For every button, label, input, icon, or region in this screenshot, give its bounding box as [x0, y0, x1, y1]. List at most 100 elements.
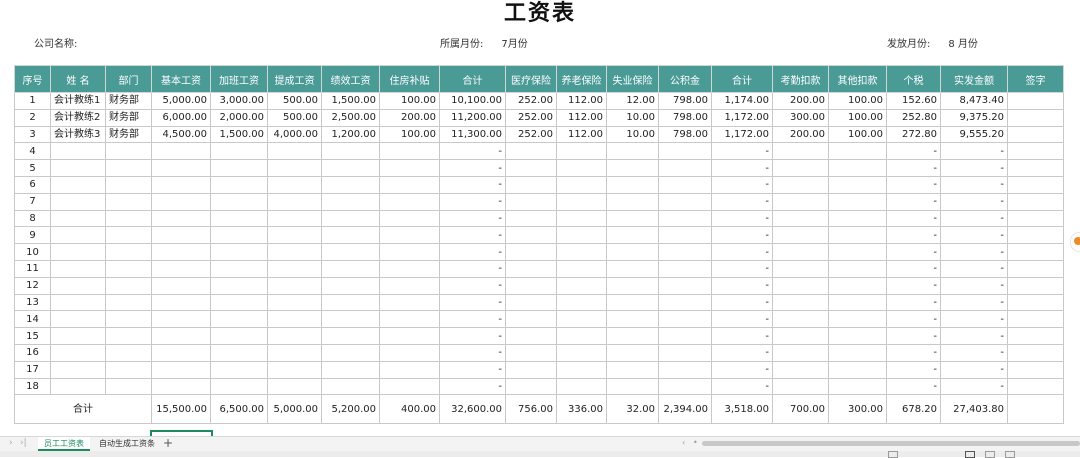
- cell[interactable]: -: [940, 276, 1008, 295]
- cell[interactable]: [151, 142, 211, 161]
- cell[interactable]: [50, 276, 106, 295]
- cell[interactable]: [658, 327, 712, 345]
- cell[interactable]: [151, 159, 211, 177]
- last-sheet-icon[interactable]: ›|: [20, 438, 27, 448]
- cell[interactable]: [267, 209, 322, 228]
- cell[interactable]: [658, 142, 712, 161]
- cell[interactable]: -: [940, 226, 1008, 245]
- cell[interactable]: [1007, 108, 1064, 127]
- cell[interactable]: [658, 310, 712, 329]
- cell[interactable]: [505, 276, 557, 295]
- total-cell[interactable]: 678.20: [886, 394, 941, 425]
- cell[interactable]: [50, 259, 106, 278]
- cell[interactable]: [606, 192, 659, 211]
- cell[interactable]: [321, 175, 380, 194]
- cell[interactable]: 272.80: [886, 125, 941, 144]
- cell[interactable]: 10: [14, 243, 51, 261]
- cell[interactable]: -: [711, 192, 773, 211]
- cell[interactable]: [828, 377, 887, 396]
- total-cell[interactable]: 756.00: [505, 394, 557, 425]
- total-cell[interactable]: 336.00: [556, 394, 607, 425]
- cell[interactable]: [772, 259, 829, 278]
- cell[interactable]: [606, 259, 659, 278]
- cell[interactable]: -: [940, 343, 1008, 362]
- cell[interactable]: [1007, 192, 1064, 211]
- cell[interactable]: [772, 175, 829, 194]
- totals-label[interactable]: 合计: [14, 394, 152, 425]
- cell[interactable]: [267, 192, 322, 211]
- cell[interactable]: [828, 209, 887, 228]
- cell[interactable]: [772, 327, 829, 345]
- cell[interactable]: 17: [14, 360, 51, 379]
- col-header[interactable]: 其他扣款: [828, 65, 887, 93]
- cell[interactable]: [151, 310, 211, 329]
- cell[interactable]: [606, 343, 659, 362]
- cell[interactable]: [772, 276, 829, 295]
- cell[interactable]: 16: [14, 343, 51, 362]
- cell[interactable]: -: [940, 327, 1008, 345]
- cell[interactable]: [321, 343, 380, 362]
- cell[interactable]: [658, 343, 712, 362]
- cell[interactable]: -: [886, 276, 941, 295]
- total-cell[interactable]: 300.00: [828, 394, 887, 425]
- cell[interactable]: [379, 259, 440, 278]
- scroll-left-icon[interactable]: ‹: [682, 438, 685, 447]
- cell[interactable]: [658, 360, 712, 379]
- cell[interactable]: -: [886, 343, 941, 362]
- cell[interactable]: -: [711, 276, 773, 295]
- cell[interactable]: [556, 343, 607, 362]
- cell[interactable]: [267, 343, 322, 362]
- cell[interactable]: 11: [14, 259, 51, 278]
- cell[interactable]: [828, 343, 887, 362]
- cell[interactable]: [267, 310, 322, 329]
- cell[interactable]: -: [439, 226, 506, 245]
- cell[interactable]: -: [886, 142, 941, 161]
- cell[interactable]: [105, 343, 152, 362]
- cell[interactable]: 1,172.00: [711, 108, 773, 127]
- cell[interactable]: [556, 243, 607, 261]
- prev-sheet-icon[interactable]: ›: [9, 438, 13, 448]
- cell[interactable]: [50, 243, 106, 261]
- cell[interactable]: -: [940, 293, 1008, 312]
- add-sheet-icon[interactable]: +: [163, 436, 173, 450]
- cell[interactable]: [151, 360, 211, 379]
- cell[interactable]: -: [439, 327, 506, 345]
- cell[interactable]: -: [886, 377, 941, 396]
- cell[interactable]: [1007, 142, 1064, 161]
- cell[interactable]: [321, 377, 380, 396]
- cell[interactable]: [828, 175, 887, 194]
- total-cell[interactable]: 6,500.00: [210, 394, 268, 425]
- cell[interactable]: 7: [14, 192, 51, 211]
- cell[interactable]: -: [439, 142, 506, 161]
- cell[interactable]: -: [711, 360, 773, 379]
- cell[interactable]: [105, 293, 152, 312]
- cell[interactable]: [105, 209, 152, 228]
- col-header[interactable]: 个税: [886, 65, 941, 93]
- cell[interactable]: [50, 142, 106, 161]
- cell[interactable]: [505, 159, 557, 177]
- cell[interactable]: -: [439, 175, 506, 194]
- cell[interactable]: [556, 377, 607, 396]
- cell[interactable]: [105, 310, 152, 329]
- cell[interactable]: [105, 142, 152, 161]
- cell[interactable]: [772, 293, 829, 312]
- col-header[interactable]: 姓 名: [50, 65, 106, 93]
- cell[interactable]: [1007, 209, 1064, 228]
- cell[interactable]: -: [439, 192, 506, 211]
- cell[interactable]: [556, 360, 607, 379]
- tab-auto-payslip[interactable]: 自动生成工资条: [93, 437, 161, 451]
- cell[interactable]: 200.00: [772, 125, 829, 144]
- cell[interactable]: -: [711, 209, 773, 228]
- cell[interactable]: -: [886, 243, 941, 261]
- cell[interactable]: [379, 377, 440, 396]
- cell[interactable]: [1007, 310, 1064, 329]
- cell[interactable]: [606, 243, 659, 261]
- cell[interactable]: [50, 310, 106, 329]
- cell[interactable]: [828, 276, 887, 295]
- cell[interactable]: [556, 192, 607, 211]
- cell[interactable]: [505, 175, 557, 194]
- cell[interactable]: 112.00: [556, 108, 607, 127]
- cell[interactable]: 会计教练3: [50, 125, 106, 144]
- cell[interactable]: 15: [14, 327, 51, 345]
- cell[interactable]: 财务部: [105, 108, 152, 127]
